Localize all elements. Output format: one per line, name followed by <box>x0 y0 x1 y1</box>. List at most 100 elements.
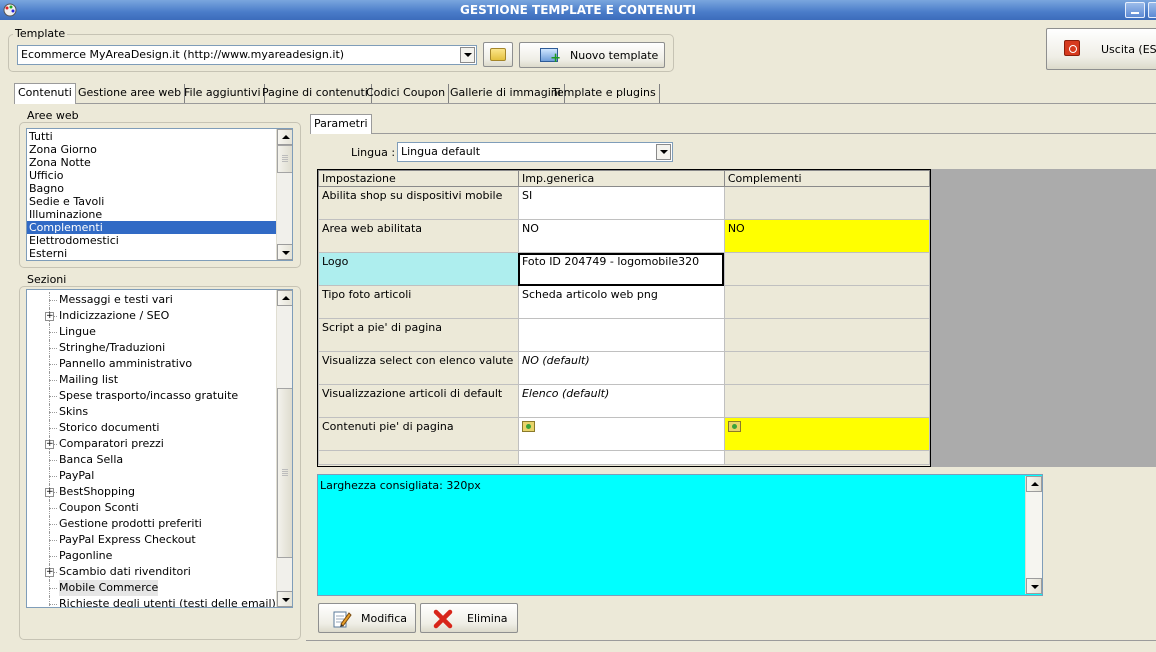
generic-value-cell[interactable] <box>517 318 725 352</box>
tree-item[interactable]: Stringhe/Traduzioni <box>27 340 276 356</box>
generic-value-cell[interactable]: NO (default) <box>517 351 725 385</box>
table-row[interactable]: Contenuti pie' di pagina <box>318 417 931 451</box>
complementi-value-cell[interactable] <box>723 252 931 286</box>
tree-item[interactable]: + BestShopping <box>27 484 276 500</box>
tree-item[interactable]: Pagonline <box>27 548 276 564</box>
lingua-select[interactable]: Lingua default <box>397 142 673 162</box>
complementi-value-cell[interactable] <box>723 417 931 451</box>
table-row[interactable]: Visualizza select con elenco valute NO (d… <box>318 351 931 385</box>
table-row[interactable]: Abilita shop su dispositivi mobile SI <box>318 186 931 220</box>
tree-item[interactable]: Pannello amministrativo <box>27 356 276 372</box>
chevron-down-icon[interactable] <box>656 144 671 160</box>
list-item[interactable]: Illuminazione <box>27 208 276 221</box>
expand-icon[interactable]: + <box>45 568 54 577</box>
generic-value-cell[interactable]: Scheda articolo web png <box>517 285 725 319</box>
tree-item[interactable]: + Indicizzazione / SEO <box>27 308 276 324</box>
complementi-value-cell[interactable] <box>723 285 931 319</box>
list-item[interactable]: Ufficio <box>27 169 276 182</box>
generic-value-cell[interactable]: Elenco (default) <box>517 384 725 418</box>
tab-gallerie-di-immagini[interactable]: Gallerie di immagini <box>447 84 565 103</box>
tree-item[interactable]: Mobile Commerce <box>27 580 276 596</box>
new-template-button[interactable]: Nuovo template <box>519 42 665 68</box>
aree-web-scrollbar[interactable] <box>276 129 292 260</box>
tree-item[interactable]: + Comparatori prezzi <box>27 436 276 452</box>
tree-item[interactable]: Mailing list <box>27 372 276 388</box>
expand-icon[interactable]: + <box>45 440 54 449</box>
tree-item[interactable]: Lingue <box>27 324 276 340</box>
list-item[interactable]: Esterni <box>27 247 276 260</box>
tree-item[interactable]: Skins <box>27 404 276 420</box>
scroll-thumb[interactable] <box>277 145 292 173</box>
tab-parametri[interactable]: Parametri <box>310 114 372 134</box>
list-item[interactable]: Bagno <box>27 182 276 195</box>
open-folder-button[interactable] <box>483 42 513 67</box>
tree-item[interactable]: Gestione prodotti preferiti <box>27 516 276 532</box>
scroll-up-button[interactable] <box>1026 476 1042 492</box>
setting-name-cell[interactable]: Tipo foto articoli <box>318 285 519 319</box>
tab-template-e-plugins[interactable]: Template e plugins <box>549 84 660 103</box>
description-scrollbar[interactable] <box>1025 476 1042 594</box>
tab-codici-coupon[interactable]: Codici Coupon <box>363 84 450 103</box>
column-header-imp-generica[interactable]: Imp.generica <box>517 170 725 187</box>
modifica-button[interactable]: Modifica <box>318 603 416 633</box>
tree-item[interactable]: Spese trasporto/incasso gratuite <box>27 388 276 404</box>
list-item[interactable]: Tutti <box>27 130 276 143</box>
generic-value-cell[interactable]: SI <box>517 186 725 220</box>
tab-gestione-aree-web[interactable]: Gestione aree web <box>75 84 186 103</box>
scroll-down-button[interactable] <box>1026 578 1042 594</box>
scroll-up-button[interactable] <box>277 290 292 306</box>
setting-name-cell[interactable]: Visualizza select con elenco valute <box>318 351 519 385</box>
generic-value-cell[interactable] <box>517 417 725 451</box>
folder-icon[interactable] <box>521 421 535 432</box>
table-row[interactable]: Logo Foto ID 204749 - logomobile320 <box>318 252 931 286</box>
complementi-value-cell[interactable] <box>723 318 931 352</box>
folder-icon[interactable] <box>727 421 741 432</box>
elimina-button[interactable]: Elimina <box>420 603 518 633</box>
maximize-button[interactable] <box>1148 2 1156 18</box>
sezioni-tree[interactable]: Messaggi e testi vari + Indicizzazione / S… <box>26 289 293 608</box>
setting-name-cell[interactable]: Area web abilitata <box>318 219 519 253</box>
list-item[interactable]: Zona Notte <box>27 156 276 169</box>
complementi-value-cell[interactable]: NO <box>723 219 931 253</box>
setting-name-cell[interactable]: Script a pie' di pagina <box>318 318 519 352</box>
generic-value-cell[interactable]: Foto ID 204749 - logomobile320 <box>517 252 725 286</box>
exit-button[interactable]: Uscita (ESC) <box>1046 28 1156 70</box>
minimize-button[interactable] <box>1125 2 1145 18</box>
tree-item[interactable]: Messaggi e testi vari <box>27 292 276 308</box>
tab-contenuti[interactable]: Contenuti <box>14 83 76 104</box>
expand-icon[interactable]: + <box>45 312 54 321</box>
setting-name-cell[interactable]: Contenuti pie' di pagina <box>318 417 519 451</box>
description-panel[interactable]: Larghezza consigliata: 320px <box>317 474 1043 596</box>
setting-name-cell[interactable]: Abilita shop su dispositivi mobile <box>318 186 519 220</box>
column-header-impostazione[interactable]: Impostazione <box>318 170 519 187</box>
tree-item[interactable]: + Scambio dati rivenditori <box>27 564 276 580</box>
tree-item[interactable]: Richieste degli utenti (testi delle emai… <box>27 596 276 607</box>
column-header-complementi[interactable]: Complementi <box>723 170 931 187</box>
scroll-thumb[interactable] <box>277 388 292 558</box>
tree-item[interactable]: PayPal <box>27 468 276 484</box>
template-select[interactable]: Ecommerce MyAreaDesign.it (http://www.my… <box>17 45 477 65</box>
tree-item[interactable]: Coupon Sconti <box>27 500 276 516</box>
tree-item[interactable]: PayPal Express Checkout <box>27 532 276 548</box>
setting-name-cell[interactable]: Visualizzazione articoli di default <box>318 384 519 418</box>
aree-web-list[interactable]: Tutti Zona Giorno Zona Notte Ufficio Bagno Se… <box>26 128 293 261</box>
generic-value-cell[interactable]: NO <box>517 219 725 253</box>
tab-file-aggiuntivi[interactable]: File aggiuntivi <box>181 84 265 103</box>
sezioni-scrollbar[interactable] <box>276 290 292 607</box>
complementi-value-cell[interactable] <box>723 186 931 220</box>
table-row[interactable]: Tipo foto articoli Scheda articolo web pn… <box>318 285 931 319</box>
list-item[interactable]: Sedie e Tavoli <box>27 195 276 208</box>
scroll-up-button[interactable] <box>277 129 292 145</box>
complementi-value-cell[interactable] <box>723 384 931 418</box>
list-item[interactable]: Elettrodomestici <box>27 234 276 247</box>
list-item[interactable]: Complementi <box>27 221 276 234</box>
setting-name-cell[interactable]: Logo <box>318 252 519 286</box>
tab-pagine-di-contenuti[interactable]: Pagine di contenuti <box>259 84 372 103</box>
scroll-down-button[interactable] <box>277 244 292 260</box>
scroll-down-button[interactable] <box>277 591 292 607</box>
table-row[interactable]: Area web abilitata NO NO <box>318 219 931 253</box>
chevron-down-icon[interactable] <box>460 47 475 63</box>
table-row[interactable]: Script a pie' di pagina <box>318 318 931 352</box>
settings-grid[interactable]: Impostazione Imp.generica Complementi Ab… <box>317 169 931 467</box>
table-row[interactable]: Visualizzazione articoli di default Elenc… <box>318 384 931 418</box>
